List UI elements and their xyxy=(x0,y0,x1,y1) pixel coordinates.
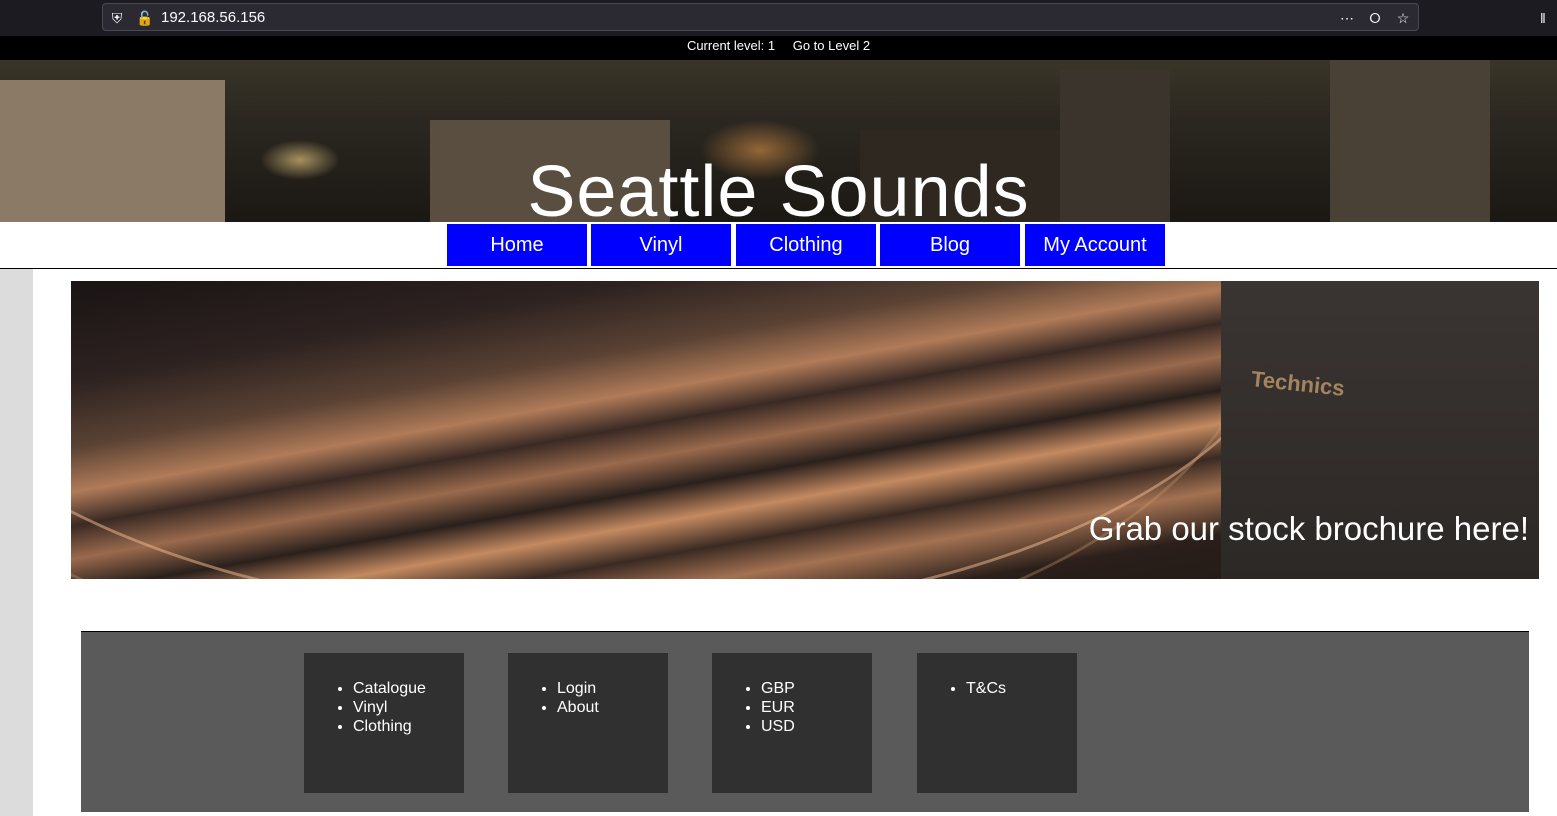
current-level-text: Current level: 1 xyxy=(686,38,776,53)
footer-link-eur[interactable]: EUR xyxy=(761,698,795,717)
bookmark-star-icon[interactable]: ☆ xyxy=(1394,9,1412,27)
footer-link-clothing[interactable]: Clothing xyxy=(353,717,426,736)
footer-link-catalogue[interactable]: Catalogue xyxy=(353,679,426,698)
brochure-link[interactable]: Grab our stock brochure here! xyxy=(1089,509,1529,549)
library-icon[interactable]: ‖ xyxy=(1540,9,1557,27)
footer-link-usd[interactable]: USD xyxy=(761,717,795,736)
site-title: Seattle Sounds xyxy=(527,152,1030,222)
hero-banner[interactable]: Technics Grab our stock brochure here! xyxy=(71,281,1539,579)
record-groove xyxy=(71,281,1261,579)
nav-home-button[interactable]: Home xyxy=(447,224,587,266)
left-sidebar-rail xyxy=(0,269,33,816)
nav-my-account-button[interactable]: My Account xyxy=(1025,224,1165,266)
footer-column-legal: T&Cs xyxy=(917,653,1077,793)
footer-link-terms[interactable]: T&Cs xyxy=(966,679,1006,698)
insecure-lock-icon[interactable]: 🔓 xyxy=(136,9,154,27)
more-icon[interactable]: ⋯ xyxy=(1338,9,1356,27)
header-banner: Seattle Sounds xyxy=(0,60,1557,222)
nav-blog-button[interactable]: Blog xyxy=(880,224,1020,266)
footer-column-account: Login About xyxy=(508,653,668,793)
address-bar[interactable]: ⛨ 🔓 192.168.56.156 ⋯ ⭘ ☆ xyxy=(102,3,1419,31)
shield-icon[interactable]: ⛨ xyxy=(108,9,126,27)
footer-column-currency: GBP EUR USD xyxy=(712,653,872,793)
footer-link-about[interactable]: About xyxy=(557,698,599,717)
url-text[interactable]: 192.168.56.156 xyxy=(161,9,265,26)
footer: Catalogue Vinyl Clothing Login About GBP… xyxy=(81,631,1529,812)
nav-vinyl-button[interactable]: Vinyl xyxy=(591,224,731,266)
footer-column-shop: Catalogue Vinyl Clothing xyxy=(304,653,464,793)
browser-toolbar: ⛨ 🔓 192.168.56.156 ⋯ ⭘ ☆ ‖ xyxy=(0,0,1557,36)
nav-clothing-button[interactable]: Clothing xyxy=(736,224,876,266)
footer-link-login[interactable]: Login xyxy=(557,679,599,698)
footer-link-vinyl[interactable]: Vinyl xyxy=(353,698,426,717)
footer-link-gbp[interactable]: GBP xyxy=(761,679,795,698)
level-bar: Current level: 1 Go to Level 2 xyxy=(0,36,1557,60)
main-nav: Home Vinyl Clothing Blog My Account xyxy=(0,222,1557,269)
next-level-link[interactable]: Go to Level 2 xyxy=(793,38,870,53)
pocket-icon[interactable]: ⭘ xyxy=(1366,9,1384,27)
